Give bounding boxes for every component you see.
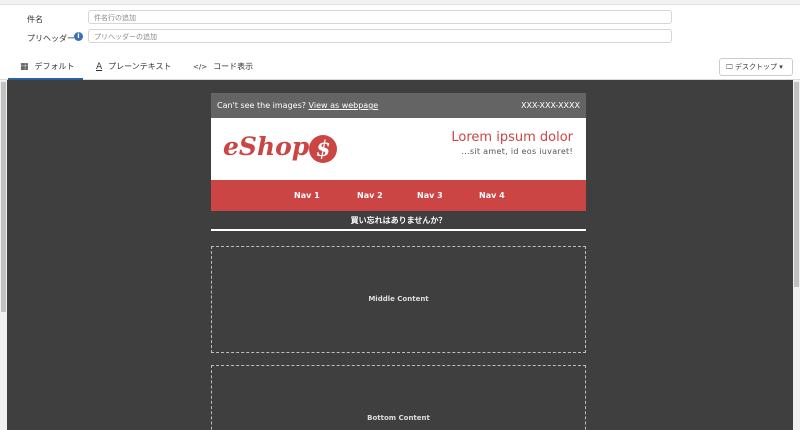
- nav-item-4[interactable]: Nav 4: [479, 180, 505, 211]
- subject-input[interactable]: 件名行の追加: [88, 10, 672, 24]
- email-header: eShop $ Lorem ipsum dolor ...sit amet, id…: [211, 118, 586, 180]
- text-icon: A: [96, 62, 103, 72]
- nav-item-3[interactable]: Nav 3: [417, 180, 443, 211]
- view-as-webpage-link[interactable]: View as webpage: [309, 101, 379, 110]
- preheader-text: Can't see the images?: [217, 101, 306, 110]
- chevron-down-icon: ▾: [779, 63, 783, 71]
- monitor-icon: 🖵: [726, 63, 733, 71]
- view-tabs: ▦ デフォルト A プレーンテキスト </> コード表示 🖵 デスクトップ ▾: [0, 55, 800, 80]
- phone-number: XXX-XXX-XXXX: [521, 101, 580, 110]
- layout-icon: ▦: [20, 62, 29, 72]
- right-scrollbar[interactable]: [793, 80, 800, 430]
- nav-item-1[interactable]: Nav 1: [294, 180, 320, 211]
- left-scrollbar[interactable]: [0, 80, 7, 430]
- tab-code-view[interactable]: </> コード表示: [193, 55, 253, 80]
- email-subline: ...sit amet, id eos iuvaret!: [461, 147, 573, 156]
- logo-text: eShop: [223, 132, 310, 161]
- device-label: デスクトップ: [734, 63, 777, 71]
- preheader-row: プリヘッダー i プリヘッダーの追加: [0, 29, 800, 49]
- preheader-label: プリヘッダー: [27, 34, 75, 43]
- middle-content-block[interactable]: Middle Content: [211, 246, 586, 353]
- subject-row: 件名 件名行の追加: [0, 10, 800, 30]
- email-template: Can't see the images? View as webpage XX…: [211, 93, 586, 231]
- preheader-input[interactable]: プリヘッダーの追加: [88, 29, 672, 43]
- tab-plain-text-label: プレーンテキスト: [108, 62, 172, 71]
- promo-heading: 買い忘れはありませんか？: [211, 211, 586, 231]
- nav-item-2[interactable]: Nav 2: [357, 180, 383, 211]
- left-scrollbar-thumb[interactable]: [1, 82, 6, 312]
- email-headline: Lorem ipsum dolor: [451, 130, 573, 145]
- tab-plain-text[interactable]: A プレーンテキスト: [96, 55, 172, 80]
- tab-default-label: デフォルト: [34, 62, 75, 71]
- dollar-icon: $: [309, 134, 338, 163]
- bottom-content-block[interactable]: Bottom Content: [211, 365, 586, 430]
- subject-label: 件名: [27, 15, 43, 24]
- device-select[interactable]: 🖵 デスクトップ ▾: [719, 58, 793, 76]
- email-meta-form: 件名 件名行の追加 プリヘッダー i プリヘッダーの追加: [0, 5, 800, 55]
- code-icon: </>: [193, 63, 208, 71]
- tab-code-view-label: コード表示: [213, 62, 254, 71]
- info-icon[interactable]: i: [74, 32, 83, 41]
- right-scrollbar-thumb[interactable]: [794, 82, 799, 287]
- email-nav-bar: Nav 1 Nav 2 Nav 3 Nav 4: [211, 180, 586, 211]
- tab-default[interactable]: ▦ デフォルト: [8, 55, 83, 80]
- email-preheader-bar: Can't see the images? View as webpage XX…: [211, 93, 586, 118]
- eshop-logo: eShop $: [223, 132, 338, 163]
- email-preview-canvas: Can't see the images? View as webpage XX…: [7, 80, 793, 430]
